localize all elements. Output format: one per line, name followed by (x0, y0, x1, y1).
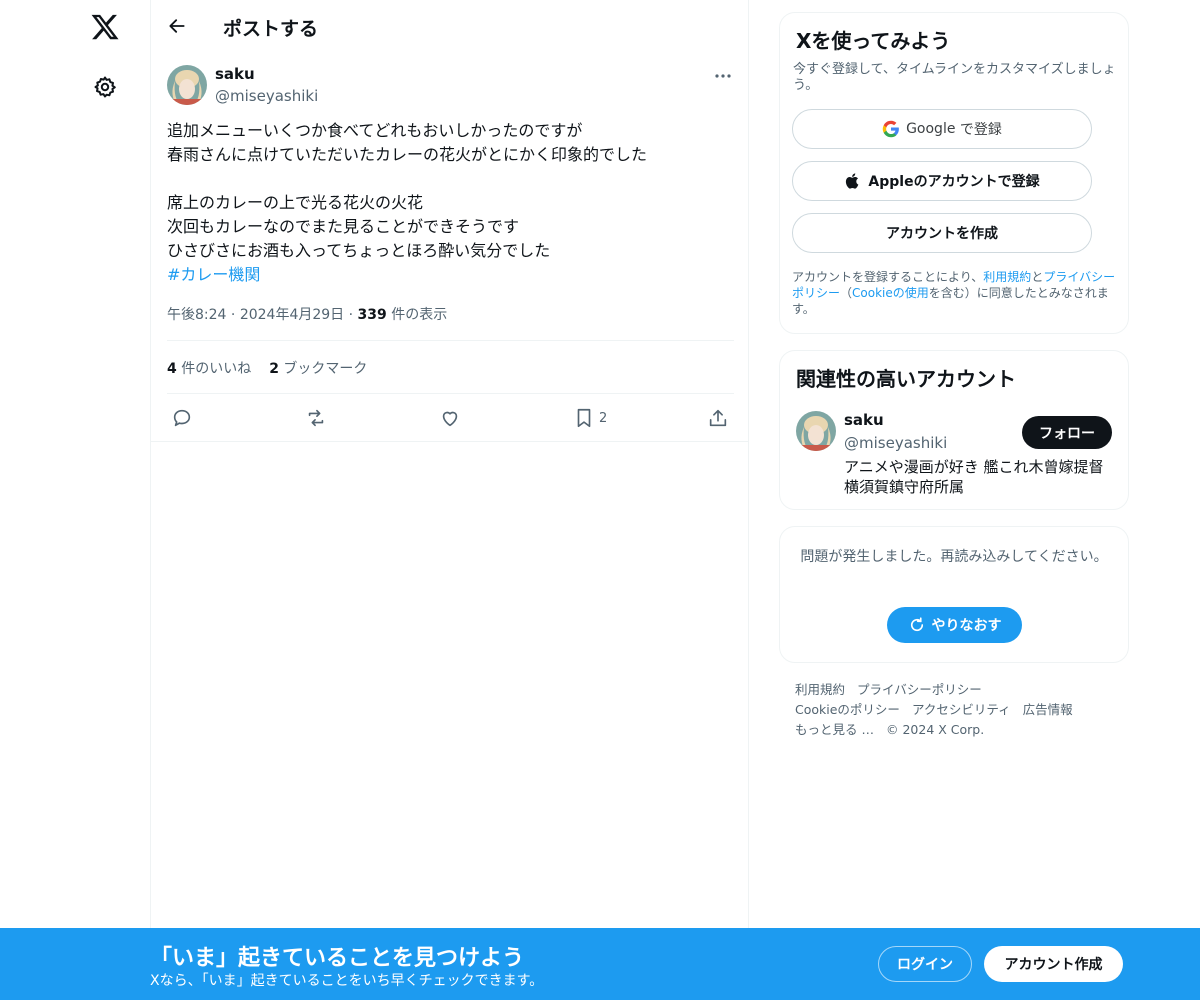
tweet-line: ひさびさにお酒も入ってちょっとほろ酔い気分でした (167, 241, 551, 260)
bottom-banner: 「いま」起きていることを見つけよう Xなら、「いま」起きていることをいち早くチェ… (0, 928, 1200, 1000)
related-accounts-card: 関連性の高いアカウント saku @miseyashiki フォロー アニメや漫… (779, 350, 1129, 510)
share-button[interactable] (707, 404, 729, 432)
reply-button[interactable] (171, 404, 193, 432)
error-message: 問題が発生しました。再読み込みしてください。 (800, 549, 1108, 565)
reply-icon (173, 409, 191, 427)
banner-title: 「いま」起きていることを見つけよう (150, 946, 525, 971)
tweet-actions: 2 (151, 404, 749, 432)
tweet-line: 春雨さんに点けていただいたカレーの花火がとにかく印象的でした (167, 145, 648, 164)
related-title: 関連性の高いアカウント (796, 367, 1016, 391)
tweet-meta: 午後8:24 · 2024年4月29日 · 339 件の表示 (167, 307, 448, 323)
views-count: 339 (357, 307, 387, 323)
tweet-line: 次回もカレーなのでまた見ることができそうです (167, 217, 520, 236)
refresh-icon (910, 617, 923, 632)
signup-card: Xを使ってみよう 今すぐ登録して、タイムラインをカスタマイズしましょう。 Goo… (779, 12, 1129, 334)
gear-icon[interactable] (93, 75, 117, 99)
heart-icon (442, 411, 458, 427)
retry-label: やりなおす (931, 618, 1002, 634)
footer-privacy-link[interactable]: プライバシーポリシー (857, 682, 982, 697)
apple-label: Appleのアカウントで登録 (868, 174, 1040, 190)
google-icon (882, 120, 899, 138)
divider (167, 340, 734, 341)
left-nav (0, 0, 150, 1000)
related-avatar[interactable] (796, 411, 836, 451)
related-handle[interactable]: @miseyashiki (844, 434, 947, 452)
repost-button[interactable] (305, 404, 327, 432)
footer-links: 利用規約 プライバシーポリシー Cookieのポリシー アクセシビリティ 広告情報 も… (795, 680, 1125, 740)
author-name[interactable]: saku (215, 65, 255, 83)
tweet-date[interactable]: 2024年4月29日 (240, 307, 344, 323)
apple-signup-button[interactable]: Appleのアカウントで登録 (792, 161, 1092, 201)
author-avatar[interactable] (167, 65, 207, 105)
hashtag-link[interactable]: #カレー機関 (167, 265, 260, 284)
bookmark-button[interactable]: 2 (573, 404, 607, 432)
related-bio: アニメや漫画が好き 艦これ木曾嫁提督 横須賀鎮守府所属 (844, 458, 1104, 496)
legal-open: （ (840, 286, 853, 300)
footer-terms-link[interactable]: 利用規約 (795, 682, 845, 697)
legal-pre: アカウントを登録することにより、 (792, 270, 984, 284)
divider (151, 441, 749, 442)
banner-subtitle: Xなら、「いま」起きていることをいち早くチェックできます。 (150, 973, 544, 989)
error-card: 問題が発生しました。再読み込みしてください。 やりなおす (779, 526, 1129, 663)
google-signup-button[interactable]: Google で登録 (792, 109, 1092, 149)
page-title: ポストする (223, 18, 319, 40)
author-handle[interactable]: @miseyashiki (215, 87, 318, 105)
cookie-link[interactable]: Cookieの使用 (852, 286, 929, 300)
login-button[interactable]: ログイン (878, 946, 972, 982)
tweet-line (167, 167, 737, 191)
more-options-icon[interactable] (711, 64, 735, 88)
share-icon (709, 409, 727, 427)
signup-button[interactable]: アカウント作成 (984, 946, 1123, 982)
tweet-line: 席上のカレーの上で光る花火の火花 (167, 193, 424, 212)
google-suffix: で登録 (959, 122, 1002, 138)
terms-link[interactable]: 利用規約 (983, 270, 1031, 284)
retry-button[interactable]: やりなおす (887, 607, 1022, 643)
repost-icon (308, 409, 324, 427)
follow-button[interactable]: フォロー (1022, 416, 1112, 449)
tweet-line: 追加メニューいくつか食べてどれもおいしかったのですが (167, 121, 583, 140)
copyright: © 2024 X Corp. (885, 722, 985, 737)
google-label: Google (906, 121, 956, 137)
footer-cookie-link[interactable]: Cookieのポリシー (795, 702, 900, 717)
footer-more-link[interactable]: もっと見る … (795, 722, 874, 737)
bookmark-icon (577, 408, 591, 428)
divider (167, 393, 734, 394)
likes-stat[interactable]: 4 件のいいね (167, 361, 251, 377)
main-column: ポストする saku @miseyashiki 追加メニューいくつか食べてどれも… (150, 0, 749, 1000)
top-bar: ポストする (151, 0, 749, 53)
legal-and: と (1031, 270, 1044, 284)
legal-text: アカウントを登録することにより、利用規約とプライバシーポリシー（Cookieの使… (792, 269, 1120, 317)
footer-accessibility-link[interactable]: アクセシビリティ (912, 702, 1011, 717)
bookmark-count: 2 (599, 410, 608, 426)
create-account-button[interactable]: アカウントを作成 (792, 213, 1092, 253)
tweet-stats: 4 件のいいね 2 ブックマーク (167, 358, 367, 378)
tweet-time[interactable]: 午後8:24 (167, 307, 226, 323)
like-button[interactable] (439, 404, 461, 432)
create-account-label: アカウントを作成 (886, 226, 998, 242)
x-logo-icon[interactable] (90, 12, 120, 42)
bookmarks-stat[interactable]: 2 ブックマーク (269, 361, 367, 377)
signup-subtitle: 今すぐ登録して、タイムラインをカスタマイズしましょう。 (793, 62, 1116, 93)
back-arrow-icon[interactable] (167, 16, 187, 36)
apple-icon (846, 173, 859, 189)
footer-ads-link[interactable]: 広告情報 (1023, 702, 1073, 717)
related-name[interactable]: saku (844, 411, 884, 429)
signup-title: Xを使ってみよう (796, 29, 951, 53)
views-label: 件の表示 (391, 307, 448, 323)
tweet-text: 追加メニューいくつか食べてどれもおいしかったのですが 春雨さんに点けていただいた… (167, 119, 737, 287)
